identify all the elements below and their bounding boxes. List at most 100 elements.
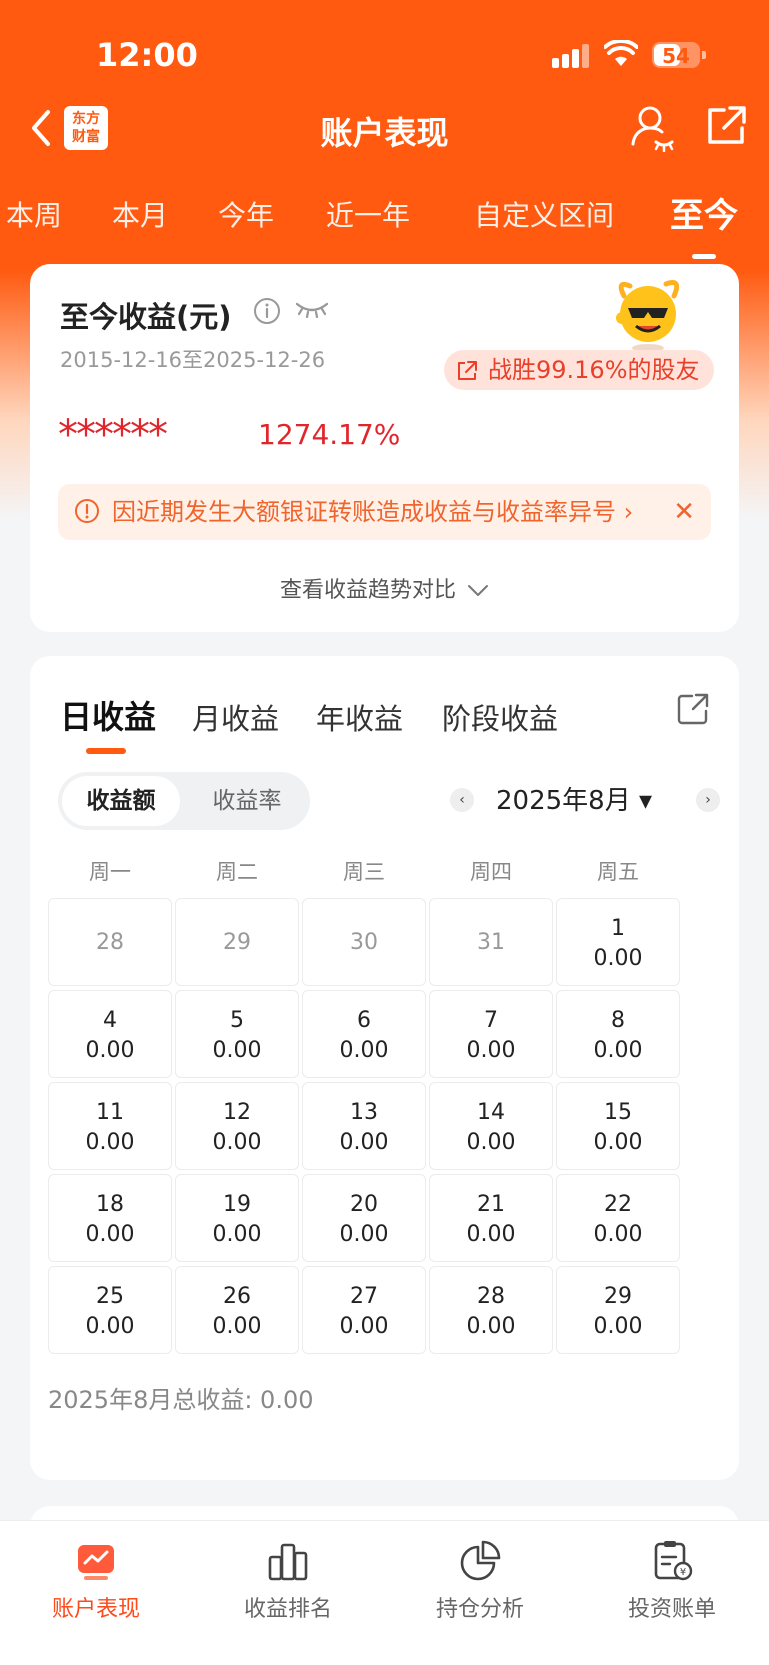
user-privacy-icon[interactable] [630, 104, 674, 152]
day-number: 7 [484, 1008, 498, 1033]
calendar-day-cell[interactable]: 22 0.00 [556, 1174, 680, 1262]
calendar-day-cell[interactable]: 6 0.00 [302, 990, 426, 1078]
calendar-day-cell[interactable]: 29 [175, 898, 299, 986]
day-earnings: 0.00 [212, 1130, 262, 1155]
battery-level: 54 [662, 44, 690, 68]
day-number: 30 [350, 930, 378, 955]
transfer-notice[interactable]: 因近期发生大额银证转账造成收益与收益率异号 › ✕ [58, 484, 711, 540]
weekday-header: 周二 [216, 860, 258, 884]
info-icon[interactable] [252, 296, 282, 326]
performance-icon [78, 1545, 114, 1580]
calendar-day-cell[interactable]: 27 0.00 [302, 1266, 426, 1354]
calendar-day-cell[interactable]: 13 0.00 [302, 1082, 426, 1170]
export-icon[interactable] [676, 692, 710, 726]
tab-last-year[interactable]: 近一年 [326, 194, 410, 234]
prev-month-icon[interactable]: ‹ [450, 788, 474, 812]
day-earnings: 0.00 [339, 1314, 389, 1339]
period-tabs: 本周 本月 今年 近一年 自定义区间 至今 [0, 186, 769, 259]
svg-text:¥: ¥ [680, 1567, 686, 1578]
status-bar: 12:00 54 [0, 0, 769, 100]
day-earnings: 0.00 [339, 1222, 389, 1247]
day-earnings: 0.00 [466, 1314, 516, 1339]
calendar-day-cell[interactable]: 30 [302, 898, 426, 986]
beat-percentage-badge[interactable]: 战胜99.16%的股友 [444, 350, 714, 390]
weekday-header: 周一 [89, 860, 131, 884]
day-number: 12 [223, 1100, 251, 1125]
share-icon[interactable] [704, 104, 748, 148]
day-earnings: 0.00 [339, 1038, 389, 1063]
chevron-down-icon [468, 585, 488, 596]
amount-rate-toggle: 收益额 收益率 [58, 772, 310, 830]
calendar-day-cell[interactable]: 19 0.00 [175, 1174, 299, 1262]
toggle-amount[interactable]: 收益额 [62, 776, 180, 826]
bottom-tab-performance[interactable]: 账户表现 [0, 1539, 192, 1623]
calendar-day-cell[interactable]: 7 0.00 [429, 990, 553, 1078]
day-earnings: 0.00 [593, 1038, 643, 1063]
bottom-tab-bar: 账户表现 收益排名 持仓分析 ¥ 投资账单 [0, 1520, 769, 1665]
calendar-day-cell[interactable]: 25 0.00 [48, 1266, 172, 1354]
ranking-icon [268, 1543, 308, 1581]
day-number: 28 [477, 1284, 505, 1309]
close-icon[interactable]: ✕ [673, 484, 695, 540]
day-number: 4 [103, 1008, 117, 1033]
tab-daily[interactable]: 日收益 [60, 692, 156, 754]
day-earnings: 0.00 [593, 1130, 643, 1155]
day-earnings: 0.00 [466, 1130, 516, 1155]
calendar-day-cell[interactable]: 26 0.00 [175, 1266, 299, 1354]
day-number: 26 [223, 1284, 251, 1309]
calendar-day-cell[interactable]: 28 [48, 898, 172, 986]
day-number: 14 [477, 1100, 505, 1125]
tab-this-year[interactable]: 今年 [218, 194, 274, 234]
calendar-day-cell[interactable]: 28 0.00 [429, 1266, 553, 1354]
bottom-tab-holdings[interactable]: 持仓分析 [384, 1539, 576, 1623]
calendar-day-cell[interactable]: 20 0.00 [302, 1174, 426, 1262]
return-rate: 1274.17% [258, 418, 401, 451]
calendar-day-cell[interactable]: 11 0.00 [48, 1082, 172, 1170]
hide-amount-icon[interactable] [294, 298, 330, 320]
calendar-day-cell[interactable]: 21 0.00 [429, 1174, 553, 1262]
calendar-day-cell[interactable]: 14 0.00 [429, 1082, 553, 1170]
month-navigator: ‹ 2025年8月 ▾ › [450, 778, 720, 824]
trend-compare-link[interactable]: 查看收益趋势对比 [30, 572, 739, 604]
day-number: 13 [350, 1100, 378, 1125]
toggle-rate[interactable]: 收益率 [188, 776, 306, 826]
bottom-tab-bill[interactable]: ¥ 投资账单 [576, 1539, 768, 1623]
calendar-day-cell[interactable]: 8 0.00 [556, 990, 680, 1078]
battery-icon: 54 [652, 42, 706, 68]
day-number: 29 [604, 1284, 632, 1309]
calendar-day-cell[interactable]: 18 0.00 [48, 1174, 172, 1262]
bottom-tab-ranking[interactable]: 收益排名 [192, 1539, 384, 1623]
earnings-calendar-card: 日收益 月收益 年收益 阶段收益 收益额 收益率 ‹ 2025年8月 ▾ › 周… [30, 656, 739, 1480]
bottom-tab-label: 持仓分析 [435, 1597, 524, 1622]
day-number: 21 [477, 1192, 505, 1217]
calendar-day-cell[interactable]: 12 0.00 [175, 1082, 299, 1170]
day-number: 11 [96, 1100, 124, 1125]
tab-custom-range[interactable]: 自定义区间 [474, 194, 614, 234]
calendar-day-cell[interactable]: 5 0.00 [175, 990, 299, 1078]
day-number: 18 [96, 1192, 124, 1217]
calendar-day-cell[interactable]: 1 0.00 [556, 898, 680, 986]
next-month-icon[interactable]: › [696, 788, 720, 812]
bottom-tab-label: 账户表现 [51, 1597, 140, 1622]
share-small-icon [458, 361, 477, 380]
calendar-day-cell[interactable]: 4 0.00 [48, 990, 172, 1078]
weekday-header: 周五 [597, 860, 639, 884]
tab-this-week[interactable]: 本周 [6, 194, 62, 234]
tab-monthly[interactable]: 月收益 [192, 696, 279, 738]
month-selector[interactable]: 2025年8月 ▾ [496, 780, 652, 817]
warning-icon [75, 499, 99, 523]
day-number: 28 [96, 930, 124, 955]
tab-since-inception[interactable]: 至今 [670, 188, 738, 259]
calendar-day-cell[interactable]: 31 [429, 898, 553, 986]
calendar-day-cell[interactable]: 29 0.00 [556, 1266, 680, 1354]
day-earnings: 0.00 [85, 1222, 135, 1247]
calendar-day-cell[interactable]: 15 0.00 [556, 1082, 680, 1170]
day-number: 22 [604, 1192, 632, 1217]
tab-yearly[interactable]: 年收益 [316, 696, 403, 738]
tab-stage[interactable]: 阶段收益 [442, 696, 558, 738]
signal-icon [552, 44, 592, 68]
tab-this-month[interactable]: 本月 [112, 194, 168, 234]
month-total: 2025年8月总收益: 0.00 [48, 1386, 314, 1414]
day-earnings: 0.00 [593, 1222, 643, 1247]
day-number: 1 [611, 916, 625, 941]
